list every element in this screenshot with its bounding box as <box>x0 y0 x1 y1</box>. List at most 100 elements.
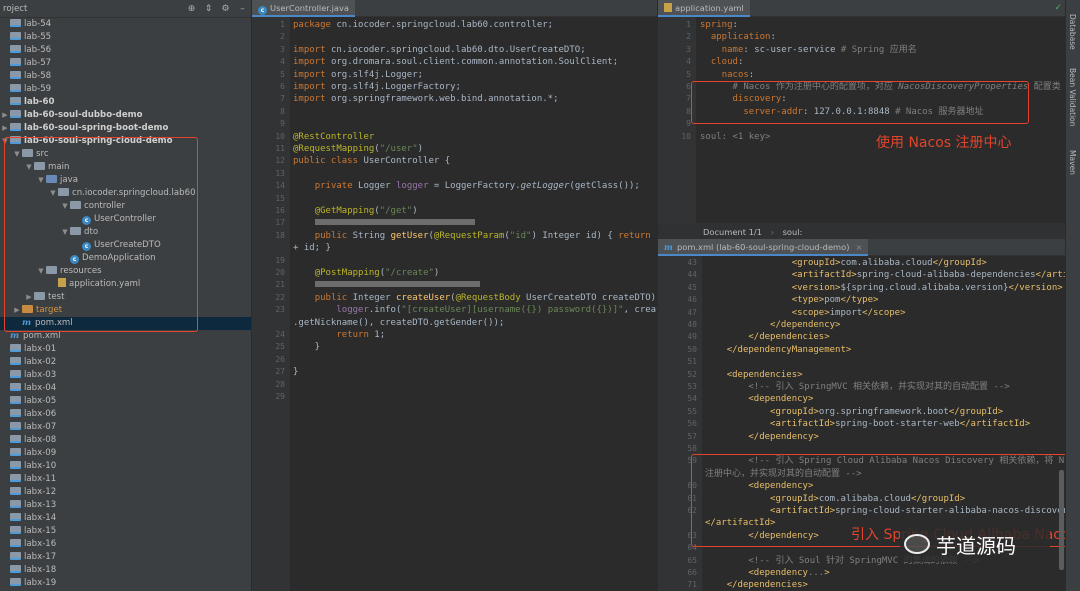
hide-icon[interactable]: – <box>234 4 251 14</box>
code-line[interactable]: public String getUser(@RequestParam("id"… <box>293 230 657 242</box>
target-icon[interactable]: ⊕ <box>183 4 200 14</box>
sidebar-database[interactable]: Database <box>1068 14 1077 50</box>
tree-item[interactable]: labx-12 <box>0 486 251 499</box>
module-folder-icon <box>10 487 21 495</box>
chevron-right-icon[interactable]: ▶ <box>0 109 10 122</box>
code-line[interactable]: import org.slf4j.Logger; <box>293 69 423 81</box>
sidebar-maven[interactable]: Maven <box>1068 150 1077 175</box>
pom-scrollbar[interactable] <box>1059 470 1064 570</box>
settings-icon[interactable]: ⚙ <box>217 4 234 14</box>
tree-item[interactable]: lab-55 <box>0 31 251 44</box>
code-token: <version> <box>791 282 841 293</box>
tree-item[interactable]: labx-04 <box>0 382 251 395</box>
tree-item[interactable]: labx-15 <box>0 525 251 538</box>
code-line[interactable]: } <box>293 341 320 353</box>
chevron-right-icon[interactable]: ▶ <box>0 122 10 135</box>
tree-item[interactable]: labx-11 <box>0 473 251 486</box>
sidebar-bean-validation[interactable]: Bean Validation <box>1068 68 1077 127</box>
code-line[interactable]: logger.info("[createUser][username({}) p… <box>293 304 657 316</box>
line-number: 29 <box>275 392 285 401</box>
code-line[interactable]: public Integer createUser(@RequestBody U… <box>293 292 657 304</box>
tree-item[interactable]: lab-54 <box>0 18 251 31</box>
code-line[interactable]: return 1; <box>293 329 385 341</box>
breadcrumb-document[interactable]: Document 1/1 <box>703 227 762 237</box>
java-code[interactable]: package cn.iocoder.springcloud.lab60.con… <box>293 17 657 591</box>
code-line[interactable]: <type>pom</type> <box>705 294 879 306</box>
line-number: 57 <box>687 431 697 441</box>
code-line[interactable]: <dependency> <box>705 393 813 405</box>
code-line[interactable]: private Logger logger = LoggerFactory.ge… <box>293 180 640 192</box>
code-line[interactable]: </dependencies> <box>705 579 808 591</box>
tree-item[interactable]: labx-13 <box>0 499 251 512</box>
tree-item[interactable]: lab-59 <box>0 83 251 96</box>
code-line[interactable]: import cn.iocoder.springcloud.lab60.dto.… <box>293 44 586 56</box>
tree-item[interactable]: labx-01 <box>0 343 251 356</box>
tree-item[interactable]: labx-10 <box>0 460 251 473</box>
code-line[interactable]: package cn.iocoder.springcloud.lab60.con… <box>293 19 553 31</box>
tree-item[interactable]: labx-07 <box>0 421 251 434</box>
code-line[interactable]: public class UserController { <box>293 155 450 167</box>
tree-item[interactable]: lab-58 <box>0 70 251 83</box>
code-line[interactable]: @RestController <box>293 131 374 143</box>
code-line[interactable]: import org.springframework.web.bind.anno… <box>293 93 559 105</box>
code-line[interactable] <box>293 279 480 291</box>
tree-item-label: lab-60-soul-spring-boot-demo <box>24 123 169 133</box>
tree-item[interactable]: labx-09 <box>0 447 251 460</box>
code-line[interactable]: .getNickname(), createDTO.getGender()); <box>293 317 504 329</box>
code-line[interactable]: <!-- 引入 SpringMVC 相关依赖，并实现对其的自动配置 --> <box>705 381 1009 393</box>
tree-item[interactable]: labx-08 <box>0 434 251 447</box>
tree-item[interactable]: lab-57 <box>0 57 251 70</box>
tree-item[interactable]: labx-17 <box>0 551 251 564</box>
code-line[interactable]: spring: <box>700 19 738 31</box>
code-line[interactable]: cloud: <box>700 56 744 68</box>
code-line[interactable]: <groupId>org.springframework.boot</group… <box>705 406 1003 418</box>
code-line[interactable]: </dependencies> <box>705 331 829 343</box>
module-folder-icon <box>10 539 21 547</box>
code-line[interactable]: <dependencies> <box>705 369 803 381</box>
code-line[interactable]: import org.dromara.soul.client.common.an… <box>293 56 618 68</box>
collapse-icon[interactable]: ⇕ <box>200 4 217 14</box>
tab-user-controller[interactable]: c UserController.java <box>252 0 355 17</box>
module-folder-icon <box>10 58 21 66</box>
code-line[interactable] <box>293 217 475 229</box>
code-line[interactable]: <dependency...> <box>705 567 829 579</box>
code-line[interactable]: </dependencyManagement> <box>705 344 852 356</box>
tree-item-label: pom.xml <box>23 331 61 341</box>
tree-item[interactable]: lab-56 <box>0 44 251 57</box>
tree-item[interactable]: labx-19 <box>0 577 251 590</box>
code-line[interactable]: <groupId>com.alibaba.cloud</groupId> <box>705 257 987 269</box>
tree-item[interactable]: lab-60 <box>0 96 251 109</box>
code-line[interactable]: @PostMapping("/create") <box>293 267 440 279</box>
tree-item[interactable]: labx-05 <box>0 395 251 408</box>
code-line[interactable]: <scope>import</scope> <box>705 307 906 319</box>
tree-item[interactable]: ▶ lab-60-soul-dubbo-demo <box>0 109 251 122</box>
tree-item[interactable]: labx-18 <box>0 564 251 577</box>
code-line[interactable]: name: sc-user-service # Spring 应用名 <box>700 44 917 56</box>
breadcrumb-key[interactable]: soul: <box>783 227 803 237</box>
project-panel-title[interactable]: roject <box>3 4 183 14</box>
close-icon[interactable]: × <box>855 242 862 252</box>
code-line[interactable]: application: <box>700 31 776 43</box>
code-line[interactable]: @GetMapping("/get") <box>293 205 418 217</box>
tree-item[interactable]: labx-16 <box>0 538 251 551</box>
tree-item[interactable]: labx-14 <box>0 512 251 525</box>
code-line[interactable]: import org.slf4j.LoggerFactory; <box>293 81 461 93</box>
code-line[interactable]: soul: <1 key> <box>700 131 770 143</box>
tab-application-yaml[interactable]: application.yaml <box>658 0 750 17</box>
tab-pom-xml[interactable]: m pom.xml (lab-60-soul-spring-cloud-demo)… <box>658 239 869 256</box>
code-line[interactable]: nacos: <box>700 69 755 81</box>
code-line[interactable]: <artifactId>spring-cloud-alibaba-depende… <box>705 269 1065 281</box>
code-line[interactable]: } <box>293 366 298 378</box>
code-token: # Spring 应用名 <box>840 44 917 55</box>
code-line[interactable]: </dependency> <box>705 319 840 331</box>
code-line[interactable]: <artifactId>spring-boot-starter-web</art… <box>705 418 1030 430</box>
tree-item[interactable]: labx-06 <box>0 408 251 421</box>
tree-item[interactable]: labx-03 <box>0 369 251 382</box>
code-line[interactable]: <version>${spring.cloud.alibaba.version}… <box>705 282 1063 294</box>
code-line[interactable]: </dependency> <box>705 431 818 443</box>
tree-item[interactable]: labx-02 <box>0 356 251 369</box>
tree-item[interactable]: ▶ lab-60-soul-spring-boot-demo <box>0 122 251 135</box>
code-line[interactable]: @RequestMapping("/user") <box>293 143 423 155</box>
code-line[interactable]: + id; } <box>293 242 331 254</box>
